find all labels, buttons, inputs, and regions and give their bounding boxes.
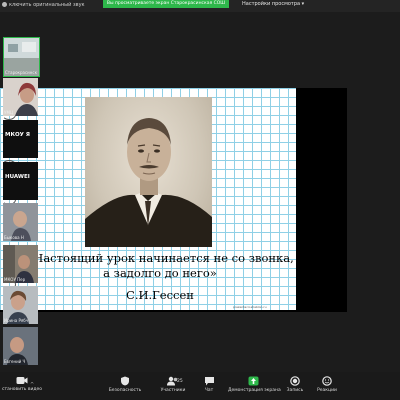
view-options-label: Настройки просмотра <box>242 1 301 7</box>
participant-tile[interactable]: Евгений Ч <box>3 327 38 365</box>
slide-footnote: prezentacii-shablon.ru <box>233 305 267 309</box>
participant-name: Ирина Рябч <box>4 318 29 323</box>
participant-label: МКОУ Я <box>5 132 31 138</box>
original-sound-toggle[interactable]: ключить оригинальный звук <box>2 2 85 8</box>
participants-count: 25 <box>177 379 183 384</box>
security-button[interactable]: Безопасность <box>108 376 142 393</box>
participant-tile[interactable]: HUAWEI <box>3 162 38 200</box>
stop-video-label: становить видео <box>2 387 43 392</box>
record-icon <box>290 376 300 386</box>
camera-icon <box>16 377 28 384</box>
chat-label: Чат <box>204 388 214 393</box>
reactions-button[interactable]: Реакции <box>314 376 340 393</box>
original-sound-label: ключить оригинальный звук <box>9 2 85 8</box>
sound-icon <box>2 2 7 7</box>
slide-author: С.И.Гессен <box>126 288 194 302</box>
participant-name: МКОУ Пер <box>4 277 26 282</box>
screen-share-banner: Вы просматриваете экран Старокрасинская … <box>103 0 229 8</box>
reactions-icon <box>322 376 332 386</box>
participants-label: Участники <box>160 388 186 393</box>
video-options-chevron-icon[interactable]: ^ <box>30 382 34 388</box>
chat-button[interactable]: Чат <box>199 376 219 393</box>
share-screen-label: Демонстрация экрана <box>228 388 281 393</box>
view-options-button[interactable]: Настройки просмотра ▾ <box>242 1 304 7</box>
participant-name: Быкова Н <box>4 235 24 240</box>
participant-tile[interactable]: Ирина Рябч <box>3 286 38 324</box>
share-screen-icon <box>248 376 258 386</box>
security-label: Безопасность <box>108 388 142 393</box>
participant-gallery <box>362 35 400 365</box>
chevron-down-icon: ▾ <box>301 1 305 7</box>
participant-name: Старокрасинск <box>5 70 37 75</box>
reactions-label: Реакции <box>317 388 337 393</box>
participant-name: Евгений Ч <box>4 359 26 364</box>
portrait-photo <box>85 97 212 247</box>
record-label: Запись <box>286 388 304 393</box>
share-screen-button[interactable]: Демонстрация экрана <box>228 376 281 393</box>
record-button[interactable]: Запись <box>284 376 306 393</box>
stop-video-button[interactable]: становить видео <box>2 376 42 392</box>
participant-tile[interactable]: УМЦ <box>3 78 38 116</box>
participant-name: УМЦ <box>4 110 13 115</box>
slide-quote: «Настоящий урок начинается не со звонка,… <box>26 251 294 280</box>
participant-tile[interactable]: Старокрасинск <box>3 37 40 77</box>
participant-tile[interactable]: МКОУ Пер <box>3 245 38 283</box>
person-portrait-icon <box>85 118 212 247</box>
participants-button[interactable]: Участники <box>156 376 190 393</box>
participant-tile[interactable]: Быкова Н <box>3 203 38 241</box>
chat-icon <box>204 377 214 386</box>
participant-tile[interactable]: МКОУ Я <box>3 120 38 158</box>
shield-icon <box>121 376 129 386</box>
participant-label: HUAWEI <box>5 174 30 180</box>
